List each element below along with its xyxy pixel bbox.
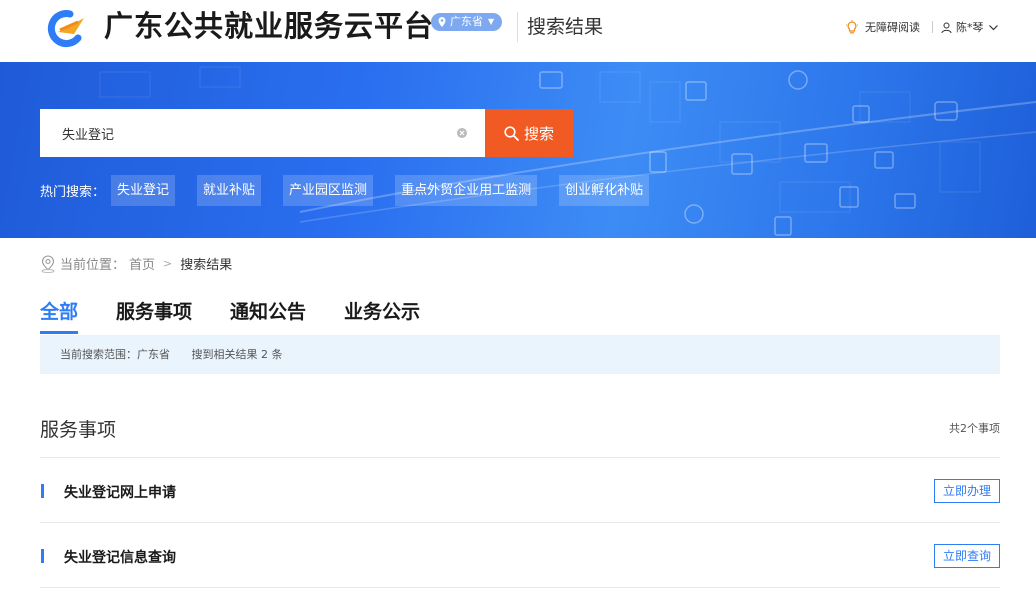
result-count: 搜到相关结果 2 条 — [191, 348, 283, 361]
divider — [40, 522, 1000, 523]
tab-notices[interactable]: 通知公告 — [230, 298, 306, 334]
region-selector[interactable]: 广东省 ▼ — [431, 13, 503, 31]
search-scope-bar: 当前搜索范围：广东省 搜到相关结果 2 条 — [40, 335, 1000, 374]
location-icon — [41, 254, 55, 273]
tab-public[interactable]: 业务公示 — [344, 298, 420, 334]
page-label: 搜索结果 — [527, 16, 604, 38]
lightbulb-icon — [846, 20, 858, 34]
search-icon — [504, 125, 519, 141]
header-separator — [932, 21, 933, 33]
user-menu[interactable]: 陈*琴 — [941, 19, 999, 35]
divider — [40, 457, 1000, 458]
site-title[interactable]: 广东公共就业服务云平台 — [104, 8, 434, 44]
breadcrumb: 当前位置： 首页 > 搜索结果 — [40, 254, 232, 273]
user-name: 陈*琴 — [956, 21, 984, 34]
accessibility-link[interactable]: 无障碍阅读 — [845, 19, 920, 35]
breadcrumb-prefix: 当前位置： — [60, 258, 126, 273]
hot-searches: 热门搜索： 失业登记 就业补贴 产业园区监测 重点外贸企业用工监测 创业孵化补贴 — [40, 175, 671, 206]
hot-tag[interactable]: 产业园区监测 — [283, 175, 374, 206]
query-now-button[interactable]: 立即查询 — [934, 544, 1000, 568]
breadcrumb-separator: > — [163, 257, 173, 270]
search-button-label: 搜索 — [523, 124, 554, 143]
hot-tag[interactable]: 失业登记 — [111, 175, 176, 206]
search-scope: 当前搜索范围：广东省 — [60, 348, 170, 361]
chevron-down-icon — [988, 24, 998, 30]
accessibility-label: 无障碍阅读 — [865, 21, 920, 34]
search-box — [40, 109, 485, 157]
row-marker — [41, 549, 44, 563]
tab-all[interactable]: 全部 — [40, 298, 79, 334]
clear-input-icon[interactable] — [457, 128, 467, 138]
divider — [40, 587, 1000, 588]
hot-tag[interactable]: 重点外贸企业用工监测 — [395, 175, 538, 206]
location-pin-icon — [438, 17, 446, 27]
hot-tag[interactable]: 创业孵化补贴 — [559, 175, 650, 206]
hot-tag[interactable]: 就业补贴 — [197, 175, 262, 206]
section-title: 服务事项 — [40, 419, 117, 441]
site-header: 广东公共就业服务云平台 广东省 ▼ 搜索结果 无障碍阅读 陈*琴 — [0, 0, 1036, 62]
service-title[interactable]: 失业登记网上申请 — [64, 482, 176, 502]
breadcrumb-current: 搜索结果 — [180, 258, 233, 273]
tab-services[interactable]: 服务事项 — [116, 298, 192, 334]
caret-down-icon: ▼ — [488, 17, 495, 26]
search-button[interactable]: 搜索 — [485, 109, 573, 157]
logo-icon[interactable] — [40, 8, 92, 48]
apply-now-button[interactable]: 立即办理 — [934, 479, 1000, 503]
service-title[interactable]: 失业登记信息查询 — [64, 547, 176, 567]
section-count: 共2个事项 — [949, 422, 1000, 435]
row-marker — [41, 484, 44, 498]
region-label: 广东省 — [450, 15, 483, 28]
search-input[interactable] — [62, 123, 442, 143]
header-divider — [517, 12, 518, 42]
user-icon — [941, 22, 952, 33]
breadcrumb-home[interactable]: 首页 — [129, 254, 155, 273]
hot-search-label: 热门搜索： — [40, 185, 106, 200]
result-tabs: 全部 服务事项 通知公告 业务公示 — [40, 298, 458, 334]
search-banner: 搜索 热门搜索： 失业登记 就业补贴 产业园区监测 重点外贸企业用工监测 创业孵… — [0, 62, 1036, 238]
